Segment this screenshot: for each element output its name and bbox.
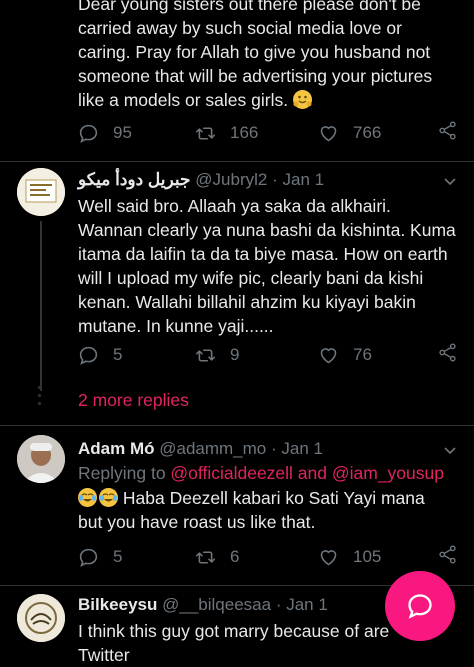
reply-count: 5 xyxy=(113,345,123,364)
like-button[interactable]: 76 xyxy=(318,342,372,368)
tweet-actions: 95 166 766 xyxy=(78,120,468,146)
top-tweet-text: Dear young sisters out there please don'… xyxy=(78,0,458,112)
tweet-line: itama da laifin ta da ta biye masa. How … xyxy=(78,244,448,264)
share-icon xyxy=(439,545,456,564)
tweet-line: will I upload my wife pic, clearly bani … xyxy=(78,268,424,288)
like-button[interactable]: 105 xyxy=(318,544,381,570)
tweet-date[interactable]: Jan 1 xyxy=(283,170,325,190)
tweet-line: Dear young sisters out there please don'… xyxy=(78,0,421,14)
retweet-count: 9 xyxy=(230,345,240,364)
share-icon xyxy=(439,343,456,362)
separator: · xyxy=(275,595,282,614)
display-name[interactable]: Adam Mó xyxy=(78,439,155,459)
retweet-button[interactable]: 6 xyxy=(195,544,239,570)
chevron-down-icon[interactable] xyxy=(443,444,457,458)
retweet-count: 166 xyxy=(230,123,259,142)
display-name[interactable]: Bilkeeysu xyxy=(78,595,157,615)
tweet-line: carried away by such social media love o… xyxy=(78,18,402,38)
like-count: 105 xyxy=(353,547,382,566)
tweet-header: جبريل دودأ ميكو @Jubryl2 · Jan 1 xyxy=(78,170,324,190)
retweet-count: 6 xyxy=(230,547,240,566)
retweet-icon xyxy=(195,348,216,362)
tears-of-joy-emoji-icon xyxy=(78,488,97,507)
heart-icon xyxy=(320,347,337,363)
replying-to: Replying to @officialdeezell and @iam_yo… xyxy=(78,463,444,484)
avatar[interactable] xyxy=(17,594,65,642)
reply-button[interactable]: 5 xyxy=(78,544,122,570)
chevron-down-icon[interactable] xyxy=(443,175,457,189)
tweet-line: mutane. In kunne yaji...... xyxy=(78,316,274,336)
reply-icon xyxy=(79,346,98,365)
tweet-line: kenan. Wallahi billahil ahzim ku kiyayi … xyxy=(78,292,416,312)
reply-count: 95 xyxy=(113,123,132,142)
tweet-text: Well said bro. Allaah ya saka da alkhair… xyxy=(78,194,468,338)
tweet-line: Wannan clearly ya nuna bashi da kishinta… xyxy=(78,220,456,240)
tweet-line: Twitter xyxy=(78,645,130,665)
reply-count: 5 xyxy=(113,547,123,566)
tweet-line: Well said bro. Allaah ya saka da alkhair… xyxy=(78,196,391,216)
tweet-text: Haba Deezell kabari ko Sati Yayi mana bu… xyxy=(78,486,468,534)
reply-tweet: جبريل دودأ ميكو @Jubryl2 · Jan 1 Well sa… xyxy=(0,161,474,424)
reply-bubble-icon xyxy=(408,594,432,619)
tweet-line: like a models or sales girls. xyxy=(78,88,458,112)
like-button[interactable]: 766 xyxy=(318,120,381,146)
reply-button[interactable]: 95 xyxy=(78,120,132,146)
tweet-actions: 5 6 105 xyxy=(78,544,468,570)
avatar-image-icon xyxy=(17,594,65,642)
tweet-line-text: Haba Deezell kabari ko Sati Yayi mana xyxy=(122,488,425,508)
thread-line xyxy=(40,221,42,391)
tweet-line: but you have roast us like that. xyxy=(78,512,316,532)
reply-button[interactable]: 5 xyxy=(78,342,122,368)
replying-to-users[interactable]: @officialdeezell and @iam_yousup xyxy=(170,463,444,483)
top-tweet: Dear young sisters out there please don'… xyxy=(0,0,474,162)
tweet-line-text: like a models or sales girls. xyxy=(78,90,289,110)
tweet-line: someone that will be advertising your pi… xyxy=(78,66,433,86)
thread-dots xyxy=(38,386,42,410)
compose-reply-button[interactable] xyxy=(385,571,455,641)
tweet-date[interactable]: Jan 1 xyxy=(281,439,323,459)
like-count: 76 xyxy=(353,345,372,364)
retweet-icon xyxy=(195,126,216,140)
heart-icon xyxy=(320,549,337,565)
separator: · xyxy=(270,439,277,458)
share-icon xyxy=(439,121,456,140)
avatar[interactable] xyxy=(17,435,65,483)
reply-icon xyxy=(79,548,98,567)
tweet-header: Adam Mó @adamm_mo · Jan 1 xyxy=(78,439,323,459)
avatar-image-icon xyxy=(17,435,65,483)
retweet-button[interactable]: 166 xyxy=(195,120,258,146)
hugging-face-emoji-icon xyxy=(292,90,312,109)
reply-tweet: Adam Mó @adamm_mo · Jan 1 Replying to @o… xyxy=(0,426,474,586)
reply-icon xyxy=(79,124,98,143)
share-button[interactable] xyxy=(437,120,472,141)
user-handle[interactable]: @Jubryl2 xyxy=(195,170,267,190)
tweet-actions: 5 9 76 xyxy=(78,342,468,368)
separator: · xyxy=(272,170,278,189)
more-replies-link[interactable]: 2 more replies xyxy=(78,390,189,411)
replying-to-label: Replying to xyxy=(78,463,171,483)
avatar-image-icon xyxy=(17,168,65,216)
user-handle[interactable]: @adamm_mo xyxy=(159,439,266,459)
avatar[interactable] xyxy=(17,168,65,216)
tweet-date[interactable]: Jan 1 xyxy=(286,595,328,615)
user-handle[interactable]: @__bilqeesaa xyxy=(162,595,271,615)
tweet-line: Haba Deezell kabari ko Sati Yayi mana xyxy=(78,486,468,510)
display-name[interactable]: جبريل دودأ ميكو xyxy=(78,170,191,190)
like-count: 766 xyxy=(353,123,382,142)
heart-icon xyxy=(320,125,337,141)
retweet-button[interactable]: 9 xyxy=(195,342,239,368)
retweet-icon xyxy=(195,550,216,564)
tweet-header: Bilkeeysu @__bilqeesaa · Jan 1 xyxy=(78,595,328,615)
tweet-line: caring. Pray for Allah to give you husba… xyxy=(78,42,431,62)
share-button[interactable] xyxy=(437,342,472,363)
share-button[interactable] xyxy=(437,544,472,565)
tears-of-joy-emoji-icon xyxy=(99,488,118,507)
